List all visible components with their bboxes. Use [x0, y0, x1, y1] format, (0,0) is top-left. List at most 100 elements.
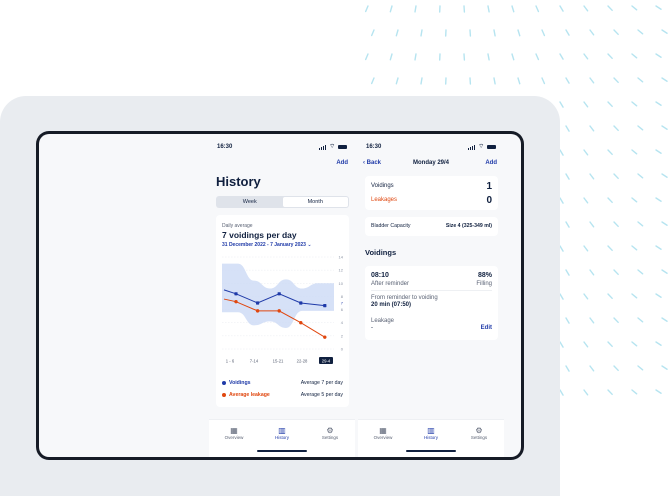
segment-week[interactable]: Week — [217, 197, 283, 207]
decor-dash — [420, 77, 423, 85]
y-tick-label: 4 — [341, 320, 344, 325]
voidings-row: Voidings 1 — [371, 181, 492, 192]
leakage-value: - — [371, 325, 373, 331]
y-tick-label: 2 — [341, 333, 344, 338]
decor-dash — [607, 245, 613, 252]
tab-bar: ▦ Overview ▥ History ⚙ Settings — [358, 419, 504, 457]
edit-button[interactable]: Edit — [481, 325, 492, 331]
decor-dash — [631, 149, 638, 155]
entry-time: 08:10 — [371, 272, 389, 279]
wifi-icon: ⌔ — [478, 144, 484, 150]
decor-dash — [661, 29, 668, 34]
date-range-label: 31 December 2022 - 7 January 2023 — [222, 242, 306, 248]
entry-filling-label: Filling — [476, 281, 492, 287]
add-button[interactable]: Add — [485, 160, 497, 166]
y-tick-label: 7 — [341, 301, 344, 306]
gear-icon: ⚙ — [326, 426, 334, 435]
legend-voidings-label: Voidings — [229, 380, 251, 386]
bar-chart-icon: ▥ — [427, 426, 435, 435]
leakages-label: Leakages — [371, 197, 398, 203]
legend-voidings-avg: Average 7 per day — [300, 380, 343, 386]
gear-icon: ⚙ — [475, 426, 483, 435]
tab-overview[interactable]: ▦ Overview — [363, 426, 403, 440]
status-time: 16:30 — [366, 144, 382, 150]
decor-dash — [589, 29, 595, 36]
leakages-row: Leakages 0 — [371, 195, 492, 206]
decor-dash — [370, 29, 375, 37]
legend-leakage-avg: Average 5 per day — [300, 392, 343, 398]
decor-dash — [583, 101, 589, 108]
decor-dash — [583, 389, 589, 396]
date-range-selector[interactable]: 31 December 2022 - 7 January 2023 ⌄ — [222, 242, 312, 248]
status-bar: 16:30 ⌔ — [366, 144, 496, 152]
decor-dash — [395, 29, 399, 37]
decor-dash — [661, 125, 668, 130]
decor-dash — [637, 221, 644, 227]
y-tick-label: 12 — [339, 268, 344, 273]
legend-leakage: Average leakage Average 5 per day — [222, 392, 343, 398]
x-tick-label: 15-21 — [273, 359, 284, 364]
entry-notes-row: After reminder Filling — [371, 281, 492, 287]
y-tick-label: 0 — [341, 347, 344, 352]
decor-dash — [559, 245, 564, 252]
decor-dash — [565, 125, 570, 132]
tab-history[interactable]: ▥ History — [262, 426, 302, 440]
tab-settings[interactable]: ⚙ Settings — [459, 426, 499, 440]
decor-dash — [493, 77, 496, 85]
decor-dash — [637, 269, 644, 275]
decor-dash — [637, 77, 644, 83]
tab-history[interactable]: ▥ History — [411, 426, 451, 440]
decor-dash — [589, 77, 595, 84]
decor-dash — [487, 53, 490, 61]
voidings-point — [234, 292, 238, 296]
x-tick-label: 7-14 — [250, 359, 259, 364]
leakage-point — [299, 321, 303, 325]
decor-dash — [661, 317, 668, 322]
reminder-label: From reminder to voiding — [371, 295, 438, 301]
decor-dash — [655, 293, 662, 298]
status-time: 16:30 — [217, 144, 233, 150]
tab-settings[interactable]: ⚙ Settings — [310, 426, 350, 440]
daily-average-label: Daily average — [222, 223, 253, 229]
y-tick-label: 6 — [341, 307, 344, 312]
decor-dash — [607, 5, 613, 12]
tab-overview[interactable]: ▦ Overview — [214, 426, 254, 440]
segment-month[interactable]: Month — [282, 197, 348, 207]
decor-dash — [589, 365, 595, 372]
decor-dash — [559, 149, 564, 156]
decor-dash — [583, 53, 589, 60]
decor-dash — [631, 5, 638, 11]
decor-dash — [559, 5, 564, 12]
entry-filling: 88% — [477, 272, 492, 279]
y-tick-label: 8 — [341, 294, 344, 299]
decor-dash — [414, 5, 417, 13]
decor-dash — [631, 53, 638, 59]
leakage-row: - Edit — [371, 325, 492, 331]
signal-icon — [468, 144, 476, 150]
decor-dash — [613, 221, 619, 228]
decor-dash — [613, 269, 619, 276]
back-button[interactable]: ‹ Back — [363, 160, 381, 166]
decor-dash — [583, 293, 589, 300]
decor-dash — [589, 269, 595, 276]
decor-dash — [631, 197, 638, 203]
leakage-point — [234, 299, 238, 304]
decor-dash — [607, 341, 613, 348]
history-line-chart: 14 12 10 8 76 4 2 0 1 - 6 7-14 15-21 22-28 29-4 — [222, 255, 344, 364]
decor-dash — [487, 5, 490, 13]
tablet-device: 16:30 ⌔ Add History Week Month Daily ave… — [36, 131, 524, 460]
calendar-icon: ▦ — [230, 426, 238, 435]
decor-dash — [655, 149, 662, 154]
home-indicator — [257, 450, 307, 452]
voidings-point — [277, 292, 281, 296]
voidings-point — [299, 301, 303, 305]
decor-dash — [565, 317, 570, 324]
day-summary-card: Voidings 1 Leakages 0 — [365, 176, 498, 210]
decor-dash — [607, 197, 613, 204]
add-button[interactable]: Add — [336, 160, 348, 166]
decor-dash — [661, 365, 668, 370]
bladder-row: Bladder Capacity Size 4 (325-349 ml) — [371, 223, 492, 229]
decor-dash — [559, 293, 564, 300]
bladder-capacity-card[interactable]: Bladder Capacity Size 4 (325-349 ml) — [365, 217, 498, 236]
decor-dash — [420, 29, 423, 37]
